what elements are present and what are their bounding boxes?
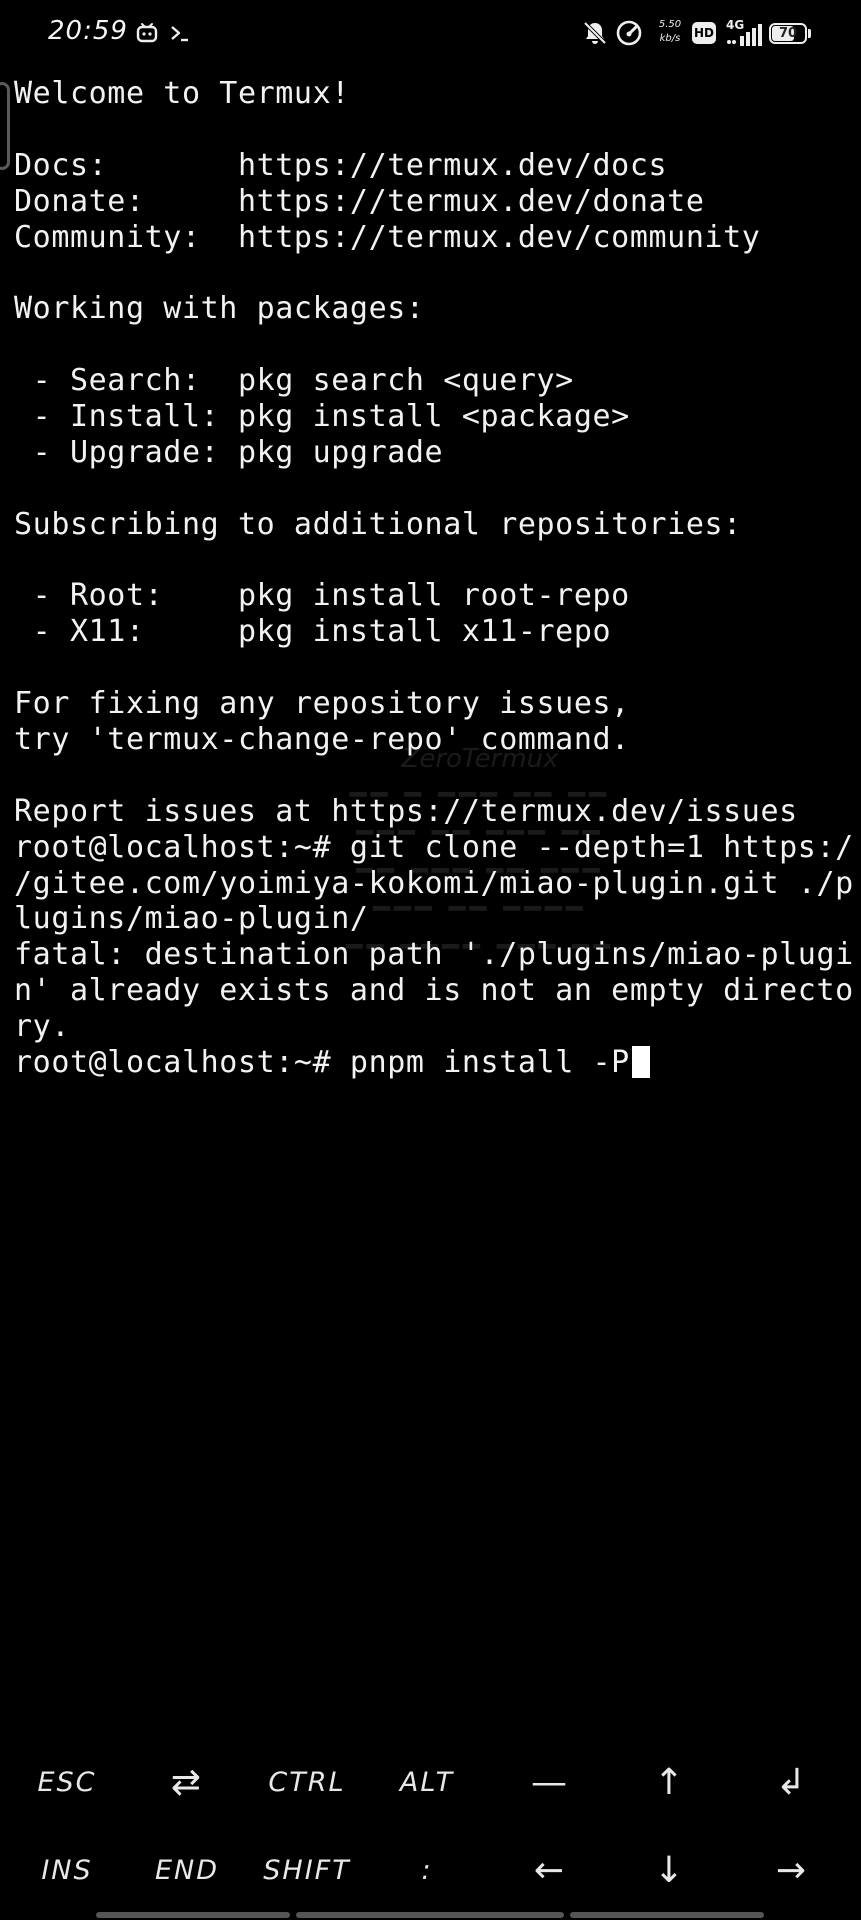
terminal-line: ry. — [14, 1009, 70, 1045]
shift-key[interactable]: SHIFT — [248, 1830, 366, 1910]
arrow-up-key[interactable]: ↑ — [611, 1742, 729, 1822]
terminal-line: Docs: https://termux.dev/docs — [14, 147, 668, 183]
terminal-line: - Install: pkg install <package> — [14, 399, 630, 435]
alt-key[interactable]: ALT — [368, 1742, 486, 1822]
network-speed-value: 5.50 — [658, 19, 682, 30]
end-key[interactable]: END — [128, 1830, 246, 1910]
dash-key[interactable]: — — [491, 1742, 609, 1822]
battery-icon: 70 — [769, 23, 807, 44]
bell-off-icon — [580, 18, 610, 48]
terminal-line: n' already exists and is not an empty di… — [14, 973, 854, 1009]
battery-percent: 70 — [778, 26, 798, 41]
hd-badge: HD — [692, 22, 716, 44]
esc-key[interactable]: ESC — [8, 1742, 126, 1822]
status-bar: 20:59 5.50 kb/s HD 4G 70 — [0, 0, 861, 68]
shell-prompt: root@localhost:~# — [14, 1045, 350, 1081]
terminal-line: - Upgrade: pkg upgrade — [14, 434, 444, 470]
text-cursor — [631, 1046, 650, 1079]
terminal-line: - X11: pkg install x11-repo — [14, 614, 612, 650]
terminal-prompt-icon — [168, 18, 192, 48]
arrow-down-key[interactable]: ↓ — [611, 1830, 729, 1910]
network-speed: 5.50 kb/s — [655, 18, 685, 46]
background-watermark: ZeroTermux ━━ ━ ━━━ ━━ ━━ ━━━ ━━ ━━━ ━━ … — [345, 744, 615, 963]
terminal-line: - Root: pkg install root-repo — [14, 578, 630, 614]
terminal-line: Working with packages: — [14, 291, 425, 327]
nav-pill-left — [96, 1912, 290, 1918]
nav-pill-center[interactable] — [296, 1912, 564, 1918]
ctrl-key[interactable]: CTRL — [248, 1742, 366, 1822]
terminal-line: - Search: pkg search <query> — [14, 363, 574, 399]
terminal-line: For fixing any repository issues, — [14, 686, 630, 722]
terminal-line: Donate: https://termux.dev/donate — [14, 183, 705, 219]
arrow-left-key[interactable]: ← — [491, 1830, 609, 1910]
command-input[interactable]: pnpm install -P — [350, 1045, 630, 1080]
nav-pill-right — [570, 1912, 764, 1918]
tab-key[interactable]: ⇄ — [128, 1742, 246, 1822]
terminal-line: Community: https://termux.dev/community — [14, 219, 761, 255]
terminal-prompt-line[interactable]: root@localhost:~# pnpm install -P — [14, 1045, 854, 1081]
battery-tip — [808, 29, 811, 38]
enter-key[interactable]: ↲ — [733, 1742, 851, 1822]
terminal-line: Subscribing to additional repositories: — [14, 506, 742, 542]
drawer-edge-handle[interactable] — [0, 82, 10, 170]
arrow-right-key[interactable]: → — [733, 1830, 851, 1910]
ins-key[interactable]: INS — [8, 1830, 126, 1910]
terminal-line: Welcome to Termux! — [14, 76, 350, 111]
status-time: 20:59 — [48, 16, 128, 46]
network-speed-unit: kb/s — [659, 33, 681, 44]
cellular-signal-icon: 4G — [726, 18, 764, 48]
extra-keys-bar: ESC ⇄ CTRL ALT — ↑ ↲ INS END SHIFT: ← ↓ → — [0, 1742, 861, 1920]
bilibili-tv-icon — [134, 18, 160, 48]
speedometer-icon — [614, 18, 644, 48]
colon-key[interactable]: : — [368, 1830, 486, 1910]
